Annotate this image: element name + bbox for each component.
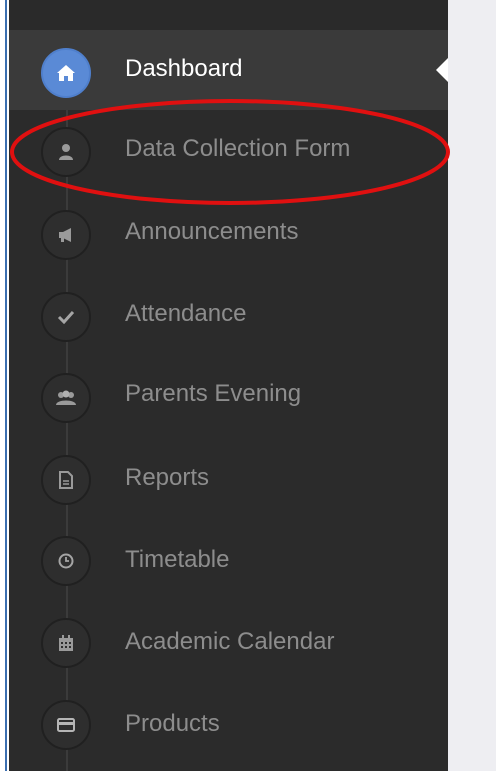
active-indicator (436, 58, 448, 82)
sidebar-item-data-collection-form[interactable]: Data Collection Form (9, 110, 448, 190)
home-icon (41, 48, 91, 98)
sidebar-item-timetable[interactable]: Timetable (9, 518, 448, 598)
sidebar-item-label: Academic Calendar (125, 628, 335, 655)
sidebar-item-label: Data Collection Form (125, 135, 351, 162)
sidebar-item-label: Announcements (125, 218, 299, 245)
calendar-icon (41, 618, 91, 668)
sidebar-item-announcements[interactable]: Announcements (9, 190, 448, 270)
document-icon (41, 455, 91, 505)
sidebar-item-label: Timetable (125, 546, 230, 573)
sidebar-item-attendance[interactable]: Attendance (9, 272, 448, 352)
sidebar-item-label: Reports (125, 464, 210, 491)
credit-card-icon (41, 700, 91, 750)
sidebar-item-dashboard[interactable]: Dashboard (9, 30, 448, 110)
sidebar-item-label: Attendance (125, 300, 247, 327)
sidebar-item-academic-calendar[interactable]: Academic Calendar (9, 600, 448, 680)
sidebar-item-parents-evening[interactable]: Parents Evening (9, 354, 448, 434)
user-icon (41, 127, 91, 177)
clock-icon (41, 536, 91, 586)
check-icon (41, 292, 91, 342)
sidebar-header (9, 0, 448, 30)
left-edge-accent (5, 0, 7, 771)
users-icon (41, 373, 91, 423)
sidebar-item-label: Dashboard (125, 55, 243, 82)
sidebar-item-reports[interactable]: Reports (9, 436, 448, 516)
sidebar-item-products[interactable]: Products (9, 682, 448, 762)
sidebar: Dashboard Data Collection Form Announcem… (9, 0, 448, 771)
megaphone-icon (41, 210, 91, 260)
main-content (448, 0, 496, 771)
sidebar-item-label: Parents Evening (125, 380, 302, 407)
left-edge (0, 0, 9, 771)
sidebar-item-label: Products (125, 710, 220, 737)
